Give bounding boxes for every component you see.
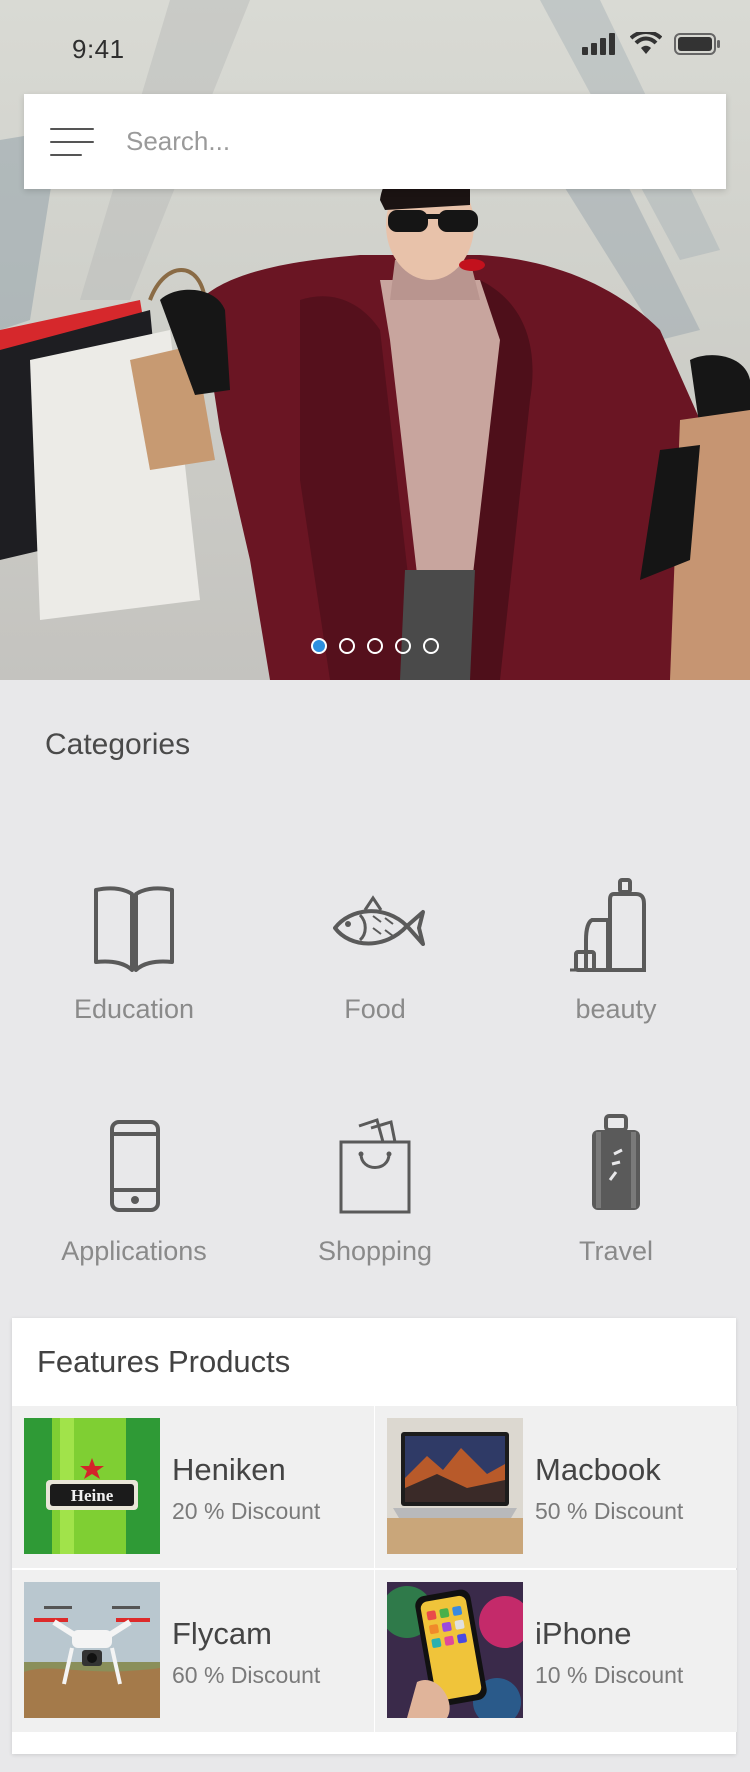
category-label: Education <box>73 994 195 1024</box>
search-bar <box>24 94 726 189</box>
product-item-flycam[interactable]: Flycam 60 % Discount <box>12 1570 374 1732</box>
category-label: Shopping <box>317 1236 433 1266</box>
carousel-dot[interactable] <box>395 638 411 654</box>
product-thumbnail <box>387 1582 523 1718</box>
product-discount: 50 % Discount <box>535 1498 684 1524</box>
category-education[interactable]: Education <box>13 860 255 1025</box>
carousel-indicator <box>311 638 439 654</box>
category-label: Food <box>344 994 406 1024</box>
product-discount: 10 % Discount <box>535 1662 684 1688</box>
category-food[interactable]: Food <box>254 860 496 1025</box>
luggage-icon <box>592 1114 640 1210</box>
battery-icon <box>674 33 720 55</box>
hero-banner[interactable]: 9:41 <box>0 0 750 680</box>
product-item-heniken[interactable]: Heine Heniken 20 % Discount <box>12 1406 374 1568</box>
category-travel[interactable]: Travel <box>495 1102 737 1267</box>
product-grid: Heine Heniken 20 % Discount Macbook 50 %… <box>12 1406 737 1732</box>
carousel-dot[interactable] <box>367 638 383 654</box>
status-bar: 9:41 <box>0 0 750 90</box>
hamburger-menu-icon[interactable] <box>50 127 94 156</box>
svg-text:Heine: Heine <box>71 1486 114 1505</box>
category-label: Applications <box>61 1236 207 1266</box>
features-title: Features Products <box>37 1344 291 1379</box>
product-item-iphone[interactable]: iPhone 10 % Discount <box>375 1570 737 1732</box>
cosmetics-icon <box>570 878 646 972</box>
product-name: Heniken <box>172 1452 286 1487</box>
category-applications[interactable]: Applications <box>13 1102 255 1267</box>
carousel-dot[interactable] <box>423 638 439 654</box>
wifi-icon <box>630 32 662 54</box>
product-name: Macbook <box>535 1452 661 1487</box>
carousel-dot[interactable] <box>311 638 327 654</box>
status-time: 9:41 <box>72 34 125 64</box>
category-beauty[interactable]: beauty <box>495 860 737 1025</box>
category-label: beauty <box>575 994 657 1024</box>
product-thumbnail <box>387 1418 523 1554</box>
category-label: Travel <box>578 1236 653 1266</box>
category-shopping[interactable]: Shopping <box>254 1102 496 1267</box>
product-item-macbook[interactable]: Macbook 50 % Discount <box>375 1406 737 1568</box>
carousel-dot[interactable] <box>339 638 355 654</box>
shopping-bag-icon <box>339 1118 411 1214</box>
product-discount: 60 % Discount <box>172 1662 321 1688</box>
product-discount: 20 % Discount <box>172 1498 321 1524</box>
product-thumbnail <box>24 1582 160 1718</box>
featured-products-card: Features Products Heine Heniken 20 % Dis… <box>12 1318 737 1754</box>
search-input[interactable] <box>124 110 688 173</box>
product-name: iPhone <box>535 1616 632 1651</box>
book-icon <box>94 886 174 972</box>
product-thumbnail: Heine <box>24 1418 160 1554</box>
fish-icon <box>333 895 425 946</box>
phone-icon <box>110 1120 160 1212</box>
signal-icon <box>582 33 615 55</box>
categories-title: Categories <box>45 728 191 761</box>
product-name: Flycam <box>172 1616 272 1651</box>
